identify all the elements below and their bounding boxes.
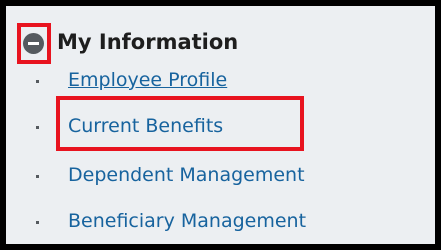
section-header[interactable]: My Information (6, 6, 435, 66)
bullet-icon (36, 221, 39, 224)
beneficiary-management-link[interactable]: Beneficiary Management (68, 207, 306, 235)
employee-profile-link[interactable]: Employee Profile (68, 66, 227, 94)
my-information-panel: My Information Employee Profile Current … (6, 6, 435, 244)
bullet-icon (36, 175, 39, 178)
nav-item-beneficiary-management: Beneficiary Management (6, 202, 435, 242)
current-benefits-highlight (56, 96, 304, 151)
nav-item-employee-profile: Employee Profile (6, 61, 435, 101)
section-title: My Information (57, 30, 239, 54)
bullet-icon (36, 80, 39, 83)
dependent-management-link[interactable]: Dependent Management (68, 161, 305, 189)
collapse-icon-highlight (17, 23, 51, 64)
bullet-icon (36, 126, 39, 129)
nav-item-dependent-management: Dependent Management (6, 156, 435, 196)
